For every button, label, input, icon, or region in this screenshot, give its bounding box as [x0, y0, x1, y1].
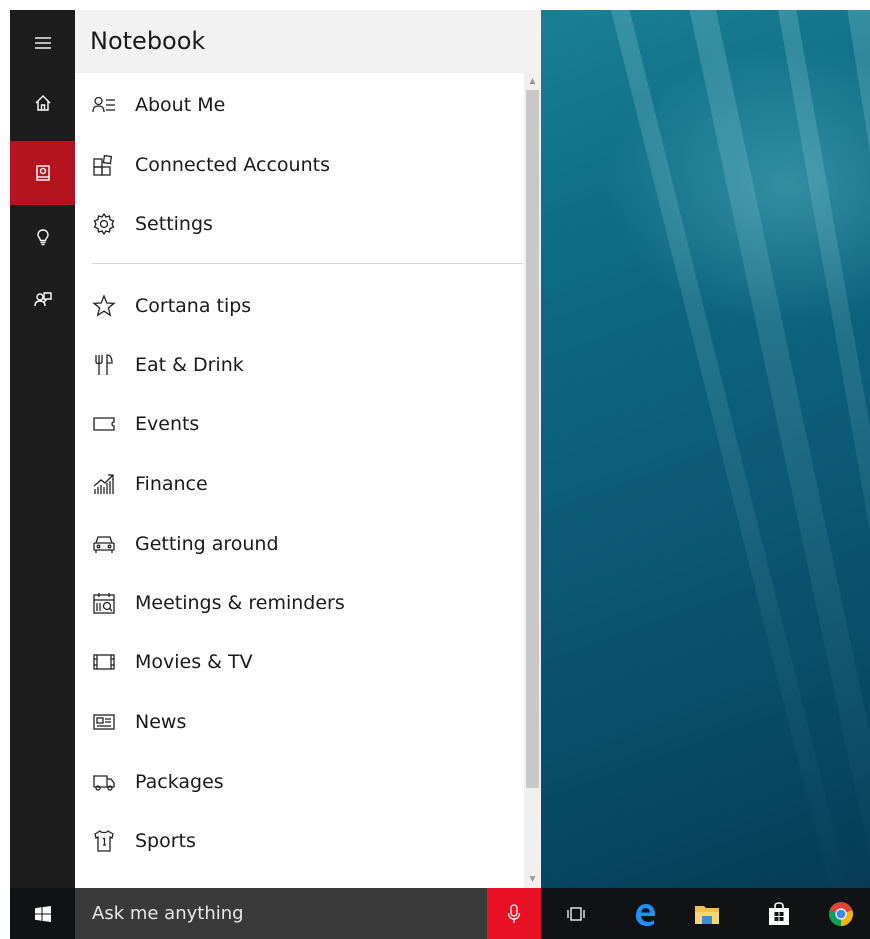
notebook-icon: [35, 165, 50, 181]
notebook-item-label: Meetings & reminders: [135, 592, 345, 614]
star-icon: [92, 294, 116, 318]
connected-accounts-icon: [92, 153, 116, 177]
task-view-button[interactable]: [548, 888, 603, 939]
notebook-item-label: Getting around: [135, 533, 279, 555]
newspaper-icon: [92, 710, 116, 734]
taskbar: Ask me anything: [10, 888, 870, 939]
jersey-icon: [92, 829, 116, 853]
page-title: Notebook: [90, 27, 206, 55]
notebook-item-events[interactable]: Events: [75, 396, 525, 452]
about-me-icon: [92, 93, 116, 117]
notebook-panel: Notebook About Me Connected Accounts Set…: [75, 10, 541, 888]
settings-gear-icon: [92, 212, 116, 236]
edge-icon: [635, 903, 655, 926]
ticket-icon: [92, 412, 116, 436]
feedback-icon: [33, 292, 52, 307]
home-icon: [35, 95, 50, 111]
start-button[interactable]: [10, 888, 75, 939]
notebook-header: Notebook: [75, 10, 541, 73]
notebook-item-movies-tv[interactable]: Movies & TV: [75, 634, 525, 690]
chrome-button[interactable]: [813, 888, 868, 939]
notebook-item-connected-accounts[interactable]: Connected Accounts: [75, 137, 525, 193]
home-button[interactable]: [10, 73, 75, 133]
fork-knife-icon: [92, 353, 116, 377]
notebook-item-label: Packages: [135, 771, 224, 793]
scroll-down-arrow-icon[interactable]: ▼: [524, 871, 541, 888]
search-placeholder: Ask me anything: [92, 903, 244, 924]
notebook-item-label: Cortana tips: [135, 295, 252, 317]
truck-icon: [92, 770, 116, 794]
notebook-item-label: Sports: [135, 830, 196, 852]
store-button[interactable]: [751, 888, 806, 939]
notebook-item-label: Settings: [135, 213, 213, 235]
car-icon: [92, 532, 116, 556]
file-explorer-button[interactable]: [679, 888, 734, 939]
notebook-item-finance[interactable]: Finance: [75, 456, 525, 512]
notebook-item-label: Eat & Drink: [135, 354, 244, 376]
finance-chart-icon: [92, 472, 116, 496]
windows-logo-icon: [34, 905, 51, 922]
screen: Notebook About Me Connected Accounts Set…: [10, 10, 870, 939]
divider: [92, 263, 523, 264]
notebook-item-label: News: [135, 711, 187, 733]
notebook-item-meetings-reminders[interactable]: Meetings & reminders: [75, 575, 525, 631]
notebook-button[interactable]: [10, 141, 75, 205]
notebook-item-about-me[interactable]: About Me: [75, 77, 525, 133]
calendar-icon: [92, 591, 116, 615]
desktop-wallpaper: [541, 10, 870, 938]
cortana-rail: [10, 10, 75, 888]
notebook-item-label: Finance: [135, 473, 208, 495]
hamburger-menu-button[interactable]: [10, 13, 75, 73]
notebook-item-label: Connected Accounts: [135, 154, 330, 176]
hamburger-icon: [34, 37, 51, 49]
chrome-icon: [828, 901, 853, 926]
notebook-item-packages[interactable]: Packages: [75, 754, 525, 810]
notebook-item-label: Events: [135, 413, 200, 435]
microphone-button[interactable]: [487, 888, 541, 939]
notebook-item-label: Movies & TV: [135, 651, 253, 673]
store-icon: [768, 901, 789, 925]
task-view-icon: [566, 906, 585, 921]
notebook-item-settings[interactable]: Settings: [75, 196, 525, 252]
feedback-button[interactable]: [10, 270, 75, 330]
edge-button[interactable]: [617, 888, 672, 939]
film-icon: [92, 650, 116, 674]
notebook-item-getting-around[interactable]: Getting around: [75, 516, 525, 572]
lightbulb-icon: [36, 229, 49, 246]
scroll-thumb[interactable]: [526, 90, 539, 788]
microphone-icon: [507, 903, 521, 923]
notebook-item-label: About Me: [135, 94, 226, 116]
file-explorer-icon: [694, 905, 719, 924]
scroll-up-arrow-icon[interactable]: ▲: [524, 73, 541, 90]
notebook-item-cortana-tips[interactable]: Cortana tips: [75, 278, 525, 334]
tips-button[interactable]: [10, 207, 75, 267]
cortana-search-box[interactable]: Ask me anything: [75, 888, 487, 939]
notebook-item-news[interactable]: News: [75, 694, 525, 750]
notebook-item-eat-drink[interactable]: Eat & Drink: [75, 337, 525, 393]
notebook-item-sports[interactable]: Sports: [75, 813, 525, 869]
notebook-scrollbar[interactable]: ▲ ▼: [524, 73, 541, 888]
